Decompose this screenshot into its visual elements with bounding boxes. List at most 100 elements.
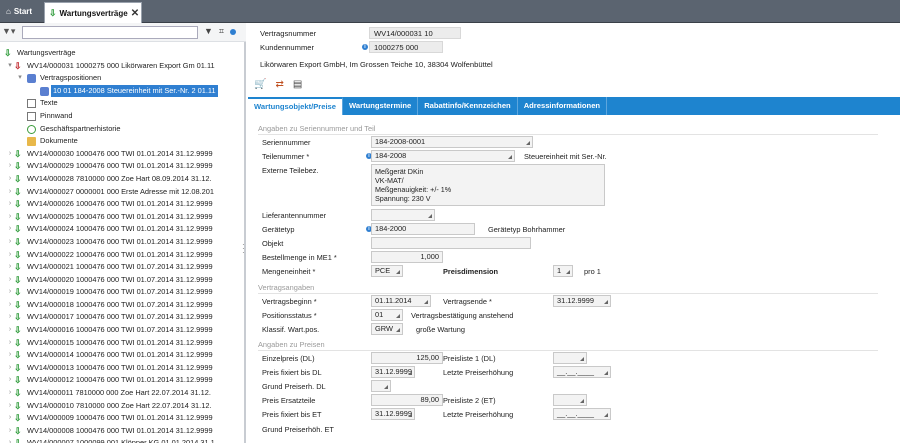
expand-icon[interactable]: ›	[6, 362, 14, 375]
section-prices-heading: Angaben zu Preisen	[258, 340, 878, 351]
expand-icon[interactable]: ›	[6, 249, 14, 262]
supplier-field[interactable]	[371, 209, 435, 221]
expand-icon[interactable]: ›	[6, 173, 14, 186]
tree-child-pinnwand[interactable]: Pinnwand	[0, 110, 236, 123]
tree-contract-row[interactable]: › ⇩ WV14/000015 1000476 000 TWI 01.01.2014…	[0, 337, 236, 350]
tree-contract-row[interactable]: › ⇩ WV14/000028 7810000 000 Zoe Hart 08.09…	[0, 173, 236, 186]
posstatus-field[interactable]: 01	[371, 309, 403, 321]
tab-adressinformationen[interactable]: Adressinformationen	[518, 97, 608, 115]
tree-contract-row[interactable]: › ⇩ WV14/000027 0000001 000 Erste Adresse …	[0, 186, 236, 199]
tab-wartungsvertraege[interactable]: ⇩ Wartungsverträge ✕	[44, 2, 142, 23]
tree-contract-row[interactable]: › ⇩ WV14/000017 1000476 000 TWI 01.07.2014…	[0, 311, 236, 324]
swap-icon[interactable]: ⇄	[275, 79, 283, 90]
tree-child-documents[interactable]: Dokumente	[0, 135, 236, 148]
expand-icon[interactable]: ›	[6, 425, 14, 438]
document-icon[interactable]: ▤	[293, 79, 302, 90]
expand-icon[interactable]: ›	[6, 324, 14, 337]
tree-contract-row[interactable]: › ⇩ WV14/000009 1000476 000 TWI 01.01.2014…	[0, 412, 236, 425]
tree-contract-row[interactable]: › ⇩ WV14/000018 1000476 000 TWI 01.07.2014…	[0, 299, 236, 312]
tree-contract-row[interactable]: › ⇩ WV14/000014 1000476 000 TWI 01.01.2014…	[0, 349, 236, 362]
tab-start[interactable]: ⌂ Start	[2, 2, 38, 21]
tab-wartungsobjekt-preise[interactable]: Wartungsobjekt/Preise	[248, 97, 344, 115]
filter-dropdown-icon[interactable]: ▼▾	[2, 26, 15, 37]
unitprice-field[interactable]: 125,00	[371, 352, 443, 364]
tree-contract-row[interactable]: › ⇩ WV14/000010 7810000 000 Zoe Hart 22.07…	[0, 400, 236, 413]
lastinc2-field[interactable]: __.__.____	[553, 408, 611, 420]
expand-icon[interactable]: ›	[6, 400, 14, 413]
expand-icon[interactable]: ›	[6, 337, 14, 350]
qty-field[interactable]: 1,000	[371, 251, 443, 263]
tree-contract-row[interactable]: ›⇩ WV14/000007 1000099 001 Klöpper KG 01.…	[0, 437, 236, 443]
tree-root[interactable]: ⇩ Wartungsverträge	[0, 47, 236, 60]
expand-icon[interactable]: ›	[6, 437, 14, 443]
tree-contract-row[interactable]: › ⇩ WV14/000013 1000476 000 TWI 01.01.2014…	[0, 362, 236, 375]
fixet-field[interactable]: 31.12.9999	[371, 408, 415, 420]
expand-icon[interactable]: ›	[6, 299, 14, 312]
expand-icon[interactable]: ›	[6, 186, 14, 199]
start-field[interactable]: 01.11.2014	[371, 295, 431, 307]
tree-contract-row[interactable]: › ⇩ WV14/000023 1000476 000 TWI 01.01.2014…	[0, 236, 236, 249]
spare-field[interactable]: 89,00	[371, 394, 443, 406]
customer-address: Likörwaren Export GmbH, Im Grossen Teich…	[260, 60, 493, 69]
tree-contract-row[interactable]: › ⇩ WV14/000026 1000476 000 TWI 01.01.2014…	[0, 198, 236, 211]
tree-contract-row[interactable]: › ⇩ WV14/000029 1000476 000 TWI 01.01.2014…	[0, 160, 236, 173]
expand-icon[interactable]: ›	[6, 374, 14, 387]
end-field[interactable]: 31.12.9999	[553, 295, 611, 307]
expand-icon[interactable]: ›	[6, 412, 14, 425]
unit-field[interactable]: PCE	[371, 265, 403, 277]
tree-contract-row[interactable]: › ⇩ WV14/000016 1000476 000 TWI 01.07.2014…	[0, 324, 236, 337]
tree-contract-row[interactable]: › ⇩ WV14/000021 1000476 000 TWI 01.07.2014…	[0, 261, 236, 274]
tree-open-contract[interactable]: ▾ ⇩ WV14/000031 1000275 000 Likörwaren E…	[0, 60, 236, 73]
tree-child-history[interactable]: Geschäftspartnerhistorie	[0, 123, 236, 136]
serial-field[interactable]: 184-2008-0001	[371, 136, 533, 148]
object-field[interactable]	[371, 237, 531, 249]
tree-contract-row[interactable]: › ⇩ WV14/000022 1000476 000 TWI 01.01.2014…	[0, 249, 236, 262]
devtype-field[interactable]: 184-2000	[371, 223, 475, 235]
part-field[interactable]: 184-2008	[371, 150, 515, 162]
tree-contract-row[interactable]: › ⇩ WV14/000024 1000476 000 TWI 01.01.2014…	[0, 223, 236, 236]
tree-selected-position[interactable]: 10 01 184-2008 Steuereinheit mit Ser.-Nr…	[0, 84, 236, 98]
tree-search-input[interactable]	[22, 26, 198, 39]
splitter-handle[interactable]: · · ·	[242, 241, 245, 257]
tree-positions[interactable]: ▾ Vertragspositionen	[0, 72, 236, 85]
expand-icon[interactable]: ›	[6, 311, 14, 324]
expand-icon[interactable]: ›	[6, 223, 14, 236]
expand-icon[interactable]: ›	[6, 148, 14, 161]
tab-rabattinfo[interactable]: Rabattinfo/Kennzeichen	[418, 97, 518, 115]
tree-contract-row[interactable]: › ⇩ WV14/000011 7810000 000 Zoe Hart 22.07…	[0, 387, 236, 400]
info-icon[interactable]: i	[362, 44, 368, 50]
expand-icon[interactable]: ›	[6, 387, 14, 400]
tree-contract-row[interactable]: › ⇩ WV14/000008 1000476 000 TWI 01.01.2014…	[0, 425, 236, 438]
history-icon	[27, 124, 36, 134]
expand-icon[interactable]: ›	[6, 211, 14, 224]
tree-contract-row[interactable]: › ⇩ WV14/000025 1000476 000 TWI 01.01.2014…	[0, 211, 236, 224]
expand-icon[interactable]: ›	[6, 261, 14, 274]
lastinc1-field[interactable]: __.__.____	[553, 366, 611, 378]
expand-icon[interactable]: ›	[6, 274, 14, 287]
expand-icon[interactable]: ›	[6, 160, 14, 173]
class-field[interactable]: GRW	[371, 323, 403, 335]
tree-contract-row[interactable]: › ⇩ WV14/000020 1000476 000 TWI 01.07.2014…	[0, 274, 236, 287]
tree-contract-row[interactable]: › ⇩ WV14/000019 1000476 000 TWI 01.07.2014…	[0, 286, 236, 299]
expand-icon[interactable]: ›	[6, 286, 14, 299]
pricelist1-field[interactable]	[553, 352, 587, 364]
collapse-icon[interactable]: ▾	[16, 72, 24, 85]
pricedim-field[interactable]: 1	[553, 265, 573, 277]
expand-icon[interactable]: ›	[6, 198, 14, 211]
tree-contract-row[interactable]: › ⇩ WV14/000030 1000476 000 TWI 01.01.2014…	[0, 148, 236, 161]
fixdl-label: Preis fixiert bis DL	[262, 368, 322, 377]
fixdl-field[interactable]: 31.12.9999	[371, 366, 415, 378]
expand-icon[interactable]: ›	[6, 236, 14, 249]
collapse-icon[interactable]: ▾	[6, 60, 14, 73]
filter-icon[interactable]: ▼	[204, 26, 213, 37]
ext-part-textarea[interactable]: Meßgerät DKin VK-MAT/ Meßgenauigkeit: +/…	[371, 164, 605, 206]
binoculars-icon[interactable]: ⌗	[219, 26, 224, 37]
pricelist2-field[interactable]	[553, 394, 587, 406]
tab-wartungstermine[interactable]: Wartungstermine	[343, 97, 419, 115]
basepricedl-field[interactable]	[371, 380, 391, 392]
cart-icon[interactable]: 🛒	[254, 79, 266, 90]
close-icon[interactable]: ✕	[131, 8, 139, 19]
tree-contract-row[interactable]: › ⇩ WV14/000012 1000476 000 TWI 01.01.2014…	[0, 374, 236, 387]
tree-child-texte[interactable]: Texte	[0, 97, 236, 110]
expand-icon[interactable]: ›	[6, 349, 14, 362]
